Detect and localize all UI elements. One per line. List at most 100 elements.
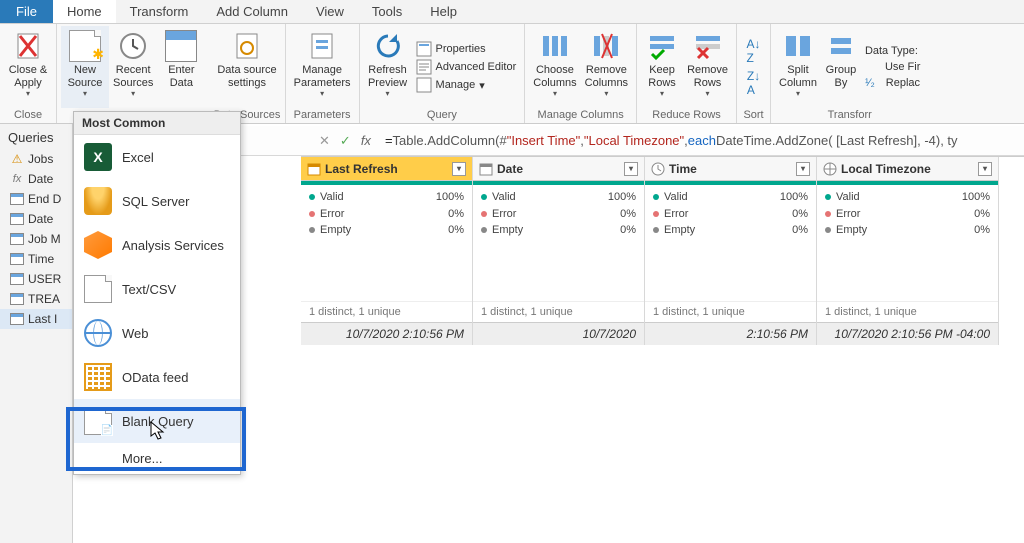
remove-columns-icon: [590, 30, 622, 62]
remove-rows-button[interactable]: Remove Rows▾: [683, 26, 732, 108]
column-header[interactable]: Local Timezone ▾: [817, 157, 998, 181]
manage-icon: [416, 77, 432, 93]
ribbon-group-query: Refresh Preview▾ Properties Advanced Edi…: [360, 24, 526, 123]
new-source-button[interactable]: ✱ New Source▾: [61, 26, 109, 108]
ribbon-group-manage-columns: Choose Columns▾ Remove Columns▾ Manage C…: [525, 24, 637, 123]
settings-icon: [231, 30, 263, 62]
column-header[interactable]: Last Refresh ▾: [301, 157, 472, 181]
table-icon: [10, 313, 24, 325]
split-column-button[interactable]: Split Column▾: [775, 26, 821, 108]
column-stats: Valid100% Error0% Empty0%: [817, 185, 998, 243]
source-analysis-services[interactable]: Analysis Services: [74, 223, 240, 267]
query-item[interactable]: TREA: [0, 289, 72, 309]
data-type-button[interactable]: Data Type:: [865, 45, 920, 57]
query-small-buttons: Properties Advanced Editor Manage ▾: [412, 26, 521, 108]
data-cell[interactable]: 10/7/2020: [473, 322, 644, 345]
sort-desc-button[interactable]: Z↓A: [747, 69, 760, 97]
query-item[interactable]: ⚠Jobs: [0, 149, 72, 169]
ribbon-group-label: Parameters: [290, 108, 355, 123]
tab-view[interactable]: View: [302, 0, 358, 23]
table-icon: [10, 253, 24, 265]
data-cell[interactable]: 2:10:56 PM: [645, 322, 816, 345]
distinct-label: 1 distinct, 1 unique: [817, 301, 998, 322]
recent-sources-button[interactable]: Recent Sources▾: [109, 26, 157, 108]
keep-rows-button[interactable]: Keep Rows▾: [641, 26, 683, 108]
clock-icon: [117, 30, 149, 62]
source-odata-feed[interactable]: OData feed: [74, 355, 240, 399]
manage-button[interactable]: Manage ▾: [416, 77, 517, 93]
queries-sidebar: Queries ⚠Jobs fxDate End D Date Job M Ti…: [0, 124, 73, 543]
page-icon: ✱: [69, 30, 101, 62]
time-icon: [651, 162, 665, 176]
ribbon-group-label: Manage Columns: [529, 108, 632, 123]
manage-parameters-button[interactable]: Manage Parameters▾: [290, 26, 355, 108]
data-source-settings-button[interactable]: Data source settings: [213, 26, 280, 108]
query-item[interactable]: Job M: [0, 229, 72, 249]
column-dropdown-icon[interactable]: ▾: [796, 162, 810, 176]
tab-help[interactable]: Help: [416, 0, 471, 23]
replace-values-button[interactable]: ¹⁄₂ Replac: [865, 77, 920, 89]
refresh-preview-button[interactable]: Refresh Preview▾: [364, 26, 412, 108]
query-item-selected[interactable]: Last I: [0, 309, 72, 329]
distinct-label: 1 distinct, 1 unique: [301, 301, 472, 322]
source-blank-query[interactable]: 📄 Blank Query: [74, 399, 240, 443]
remove-columns-button[interactable]: Remove Columns▾: [581, 26, 632, 108]
warning-icon: ⚠: [10, 153, 24, 165]
transform-small-buttons: Data Type: Use Fir ¹⁄₂ Replac: [861, 26, 924, 108]
column-header[interactable]: Date ▾: [473, 157, 644, 181]
keep-rows-icon: [646, 30, 678, 62]
advanced-editor-button[interactable]: Advanced Editor: [416, 59, 517, 75]
query-item[interactable]: USER: [0, 269, 72, 289]
ribbon-group-data-sources: Data source settings Data Sources: [209, 24, 285, 123]
fx-icon: fx: [10, 173, 24, 185]
source-web[interactable]: Web: [74, 311, 240, 355]
use-first-row-button[interactable]: Use Fir: [865, 59, 920, 75]
tab-tools[interactable]: Tools: [358, 0, 416, 23]
split-icon: [782, 30, 814, 62]
query-item[interactable]: Time: [0, 249, 72, 269]
tab-home[interactable]: Home: [53, 0, 116, 23]
grid-column: Time ▾ Valid100% Error0% Empty0% 1 disti…: [645, 157, 817, 345]
enter-data-button[interactable]: Enter Data: [157, 26, 205, 108]
tab-transform[interactable]: Transform: [116, 0, 203, 23]
query-item[interactable]: End D: [0, 189, 72, 209]
grid-column: Local Timezone ▾ Valid100% Error0% Empty…: [817, 157, 999, 345]
column-stats: Valid100% Error0% Empty0%: [473, 185, 644, 243]
group-by-button[interactable]: Group By: [821, 26, 861, 108]
first-row-icon: [865, 59, 881, 75]
file-menu[interactable]: File: [0, 0, 53, 23]
queries-header: Queries: [0, 124, 72, 149]
choose-columns-button[interactable]: Choose Columns▾: [529, 26, 580, 108]
ribbon-group-label: Query: [364, 108, 521, 123]
sort-asc-button[interactable]: A↓Z: [747, 37, 761, 65]
source-text-csv[interactable]: Text/CSV: [74, 267, 240, 311]
fx-icon: fx: [361, 133, 371, 148]
column-header[interactable]: Time ▾: [645, 157, 816, 181]
properties-icon: [416, 41, 432, 57]
table-icon: [10, 233, 24, 245]
table-icon: [10, 213, 24, 225]
cancel-icon[interactable]: ✕: [319, 133, 330, 149]
globe-icon: [84, 319, 112, 347]
source-sql-server[interactable]: SQL Server: [74, 179, 240, 223]
column-dropdown-icon[interactable]: ▾: [978, 162, 992, 176]
data-cell[interactable]: 10/7/2020 2:10:56 PM: [301, 322, 472, 345]
distinct-label: 1 distinct, 1 unique: [473, 301, 644, 322]
source-more[interactable]: More...: [74, 443, 240, 474]
properties-button[interactable]: Properties: [416, 41, 517, 57]
ribbon: Close & Apply▾ Close ✱ New Source▾ Recen…: [0, 24, 1024, 124]
query-item[interactable]: fxDate: [0, 169, 72, 189]
page-icon: [84, 275, 112, 303]
close-apply-button[interactable]: Close & Apply▾: [4, 26, 52, 108]
column-stats: Valid100% Error0% Empty0%: [645, 185, 816, 243]
table-icon: [10, 293, 24, 305]
column-dropdown-icon[interactable]: ▾: [624, 162, 638, 176]
data-cell[interactable]: 10/7/2020 2:10:56 PM -04:00: [817, 322, 998, 345]
commit-icon[interactable]: ✓: [340, 133, 351, 149]
source-excel[interactable]: Excel: [74, 135, 240, 179]
tab-add-column[interactable]: Add Column: [202, 0, 302, 23]
query-item[interactable]: Date: [0, 209, 72, 229]
table-icon: [165, 30, 197, 62]
editor-icon: [416, 59, 432, 75]
column-dropdown-icon[interactable]: ▾: [452, 162, 466, 176]
